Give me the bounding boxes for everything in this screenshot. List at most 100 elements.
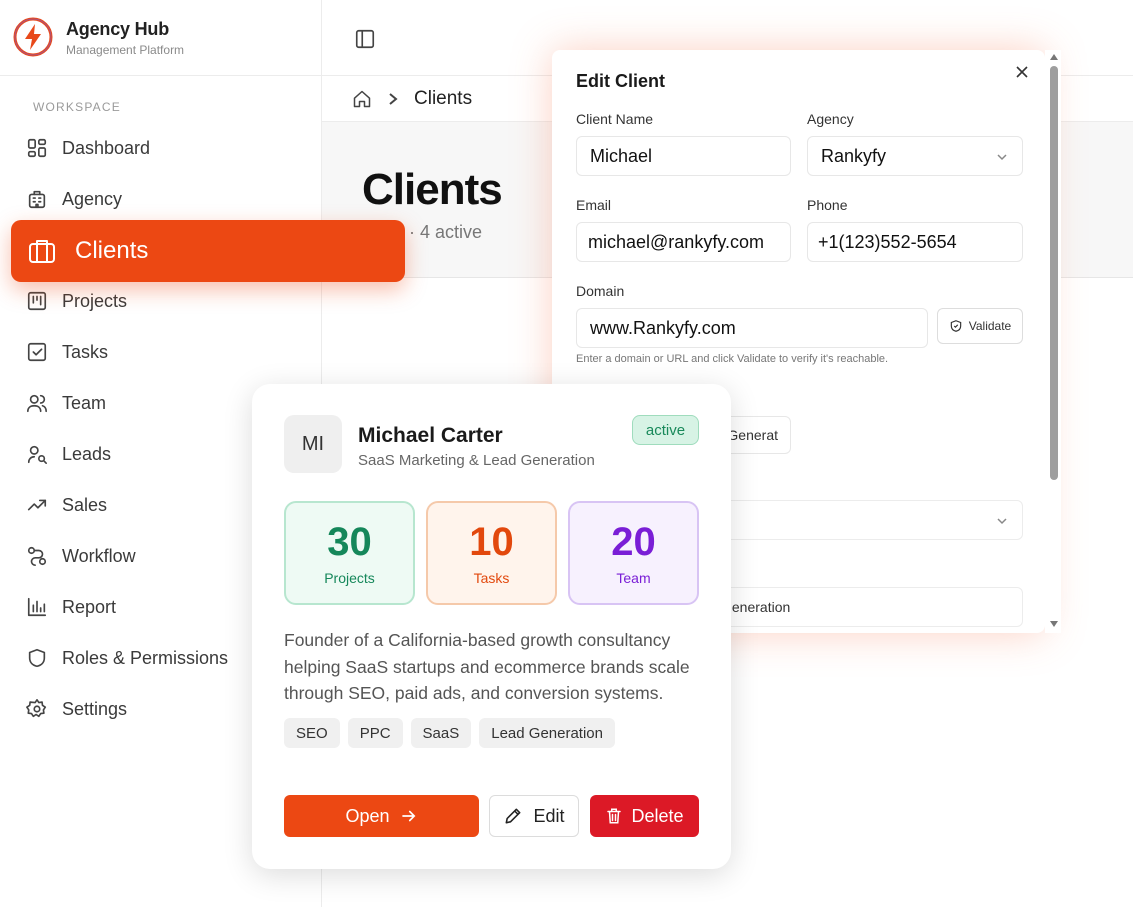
tag-list: SEO PPC SaaS Lead Generation (284, 718, 615, 748)
delete-button[interactable]: Delete (590, 795, 699, 837)
client-role: SaaS Marketing & Lead Generation (358, 452, 595, 469)
page-title: Clients (362, 165, 503, 214)
validate-label: Validate (968, 319, 1012, 333)
sidebar-item-settings[interactable]: Settings (26, 689, 127, 729)
user-search-icon (27, 445, 47, 464)
stat-label: Team (616, 570, 651, 586)
stat-projects: 30 Projects (284, 501, 415, 605)
dashboard-icon (27, 138, 47, 158)
sidebar-item-label: Settings (62, 698, 128, 719)
building-icon (28, 190, 46, 209)
modal-title: Edit Client (576, 71, 665, 91)
industry-field[interactable]: Generation (718, 587, 1023, 627)
sidebar-item-team[interactable]: Team (26, 383, 106, 423)
chevron-down-icon (997, 154, 1007, 161)
kanban-icon (27, 291, 47, 311)
sidebar-item-label: Tasks (62, 341, 109, 362)
sidebar-item-roles-permissions[interactable]: Roles & Permissions (26, 638, 228, 678)
lightning-logo-icon (13, 17, 53, 57)
sidebar-item-label: Clients (75, 237, 149, 264)
trending-up-icon (27, 499, 47, 511)
domain-label: Domain (576, 283, 625, 299)
avatar: MI (284, 415, 342, 473)
sidebar-item-clients[interactable]: Clients (11, 220, 405, 282)
generate-label: Generat (727, 427, 778, 443)
client-name: Michael Carter (358, 424, 503, 447)
domain-field[interactable]: www.Rankyfy.com (576, 308, 928, 348)
stat-value: 10 (469, 520, 514, 564)
chevron-down-icon (997, 518, 1007, 525)
sidebar-item-sales[interactable]: Sales (26, 485, 107, 525)
bar-chart-icon (27, 597, 47, 617)
scroll-down-icon[interactable] (1049, 620, 1059, 628)
edit-button[interactable]: Edit (489, 795, 579, 837)
client-name-label: Client Name (576, 111, 654, 127)
stat-tasks: 10 Tasks (426, 501, 557, 605)
workflow-icon (27, 546, 47, 566)
phone-field[interactable]: +1(123)552-5654 (807, 222, 1023, 262)
briefcase-icon (29, 240, 55, 263)
sidebar-item-dashboard[interactable]: Dashboard (26, 128, 150, 168)
sidebar-item-leads[interactable]: Leads (26, 434, 111, 474)
shield-check-icon (950, 320, 961, 332)
edit-label: Edit (533, 805, 565, 826)
stat-team: 20 Team (568, 501, 699, 605)
domain-value: www.Rankyfy.com (590, 317, 736, 338)
client-bio: Founder of a California-based growth con… (284, 630, 690, 703)
tag: PPC (347, 718, 403, 748)
agency-select[interactable]: Rankyfy (807, 136, 1023, 176)
phone-label: Phone (807, 197, 848, 213)
sidebar-item-label: Agency (62, 188, 123, 209)
scroll-up-icon[interactable] (1049, 53, 1059, 61)
sidebar-item-label: Leads (62, 443, 112, 464)
sidebar-item-label: Roles & Permissions (62, 647, 229, 668)
sidebar-item-label: Sales (62, 494, 108, 515)
gear-icon (26, 699, 47, 718)
sidebar-item-label: Workflow (62, 545, 136, 566)
brand-header: Agency Hub Management Platform (0, 0, 322, 76)
domain-hint: Enter a domain or URL and click Validate… (576, 353, 889, 365)
brand-subtitle: Management Platform (66, 43, 185, 57)
sidebar-item-label: Team (62, 392, 107, 413)
sidebar-item-projects[interactable]: Projects (26, 281, 127, 321)
email-field[interactable]: michael@rankyfy.com (576, 222, 791, 262)
arrow-right-icon (401, 810, 415, 822)
delete-label: Delete (631, 805, 684, 826)
tag: Lead Generation (479, 718, 615, 748)
sidebar-item-label: Projects (62, 290, 128, 311)
client-name-value: Michael (590, 145, 653, 166)
sidebar-toggle-icon[interactable] (354, 28, 376, 50)
close-icon[interactable] (1014, 64, 1030, 80)
client-name-field[interactable]: Michael (576, 136, 791, 176)
scrollbar-thumb[interactable] (1050, 66, 1058, 480)
shield-icon (28, 648, 46, 668)
agency-label: Agency (807, 111, 854, 127)
chevron-right-icon (389, 93, 398, 105)
phone-value: +1(123)552-5654 (818, 231, 957, 252)
stat-value: 20 (611, 520, 656, 564)
sidebar-item-agency[interactable]: Agency (26, 179, 122, 219)
sidebar-item-label: Report (62, 596, 117, 617)
tag: SEO (284, 718, 340, 748)
breadcrumb-current: Clients (414, 88, 473, 109)
home-icon[interactable] (352, 89, 372, 109)
sidebar-item-report[interactable]: Report (26, 587, 116, 627)
trash-icon (607, 808, 622, 824)
stat-value: 30 (327, 520, 372, 564)
brand-title: Agency Hub (66, 19, 170, 39)
tag: SaaS (410, 718, 472, 748)
open-label: Open (345, 805, 390, 826)
status-badge: active (632, 415, 699, 445)
stat-label: Tasks (473, 570, 510, 586)
sidebar-item-tasks[interactable]: Tasks (26, 332, 108, 372)
pencil-icon (506, 808, 521, 824)
workspace-section-label: WORKSPACE (33, 100, 121, 114)
validate-button[interactable]: Validate (937, 308, 1023, 344)
industry-value: Generation (721, 599, 791, 615)
email-value: michael@rankyfy.com (588, 231, 764, 252)
sidebar-item-workflow[interactable]: Workflow (26, 536, 136, 576)
stat-label: Projects (324, 570, 375, 586)
users-icon (27, 394, 47, 413)
open-button[interactable]: Open (284, 795, 479, 837)
partial-select[interactable] (718, 500, 1023, 540)
